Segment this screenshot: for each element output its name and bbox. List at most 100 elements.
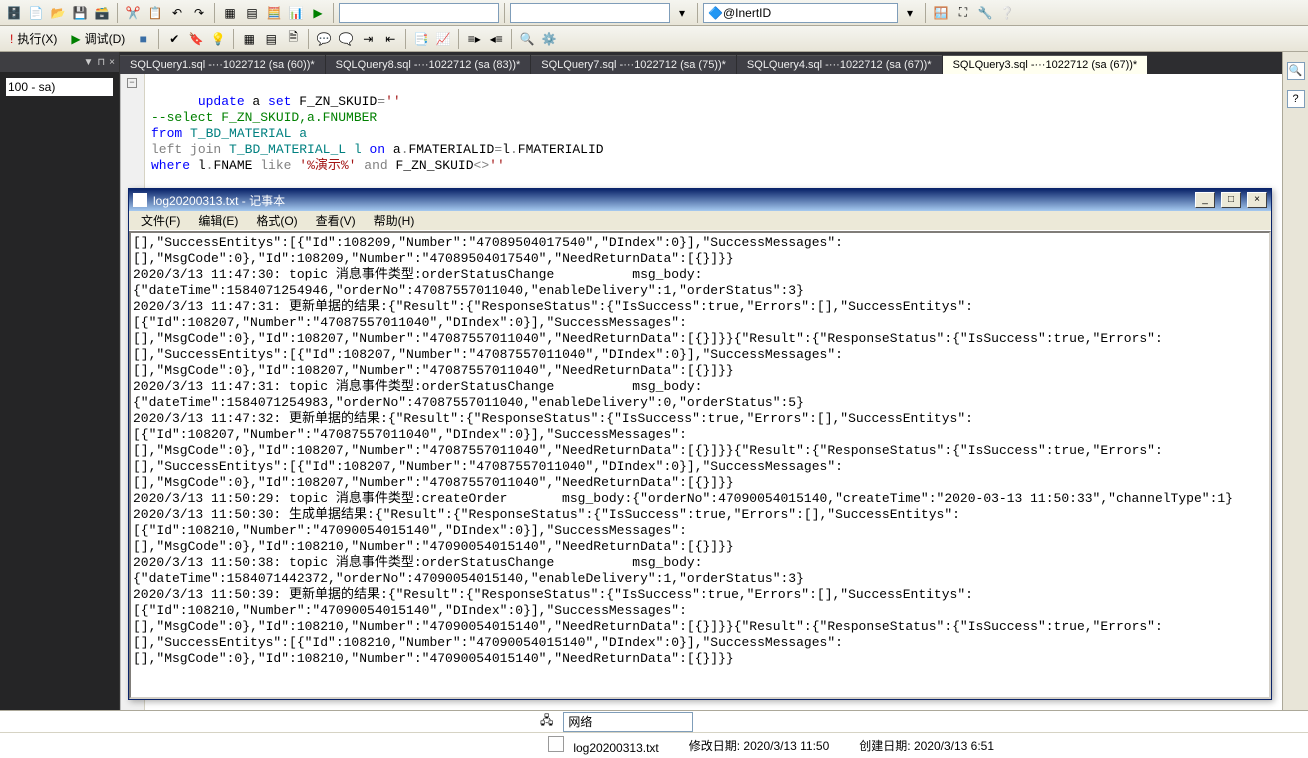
tab-sqlquery1[interactable]: SQLQuery1.sql -···1022712 (sa (60))*	[120, 55, 325, 74]
pin-icon[interactable]: ⊓	[97, 57, 105, 68]
window-split-icon[interactable]: 🪟	[931, 3, 951, 23]
tok: a	[385, 142, 401, 157]
connection-label: 100 - sa)	[6, 78, 113, 96]
redo-icon[interactable]: ↷	[189, 3, 209, 23]
outdent-icon[interactable]: ⇤	[380, 29, 400, 49]
indent-inc-icon[interactable]: ≡▸	[464, 29, 484, 49]
help-icon[interactable]: ❔	[997, 3, 1017, 23]
comment-icon[interactable]: 💬	[314, 29, 334, 49]
results-grid-icon[interactable]: ▦	[239, 29, 259, 49]
bookmark-icon[interactable]: 🔖	[186, 29, 206, 49]
empty-combo[interactable]	[510, 3, 670, 23]
fullscreen-icon[interactable]: ⛶	[953, 3, 973, 23]
tok: F_ZN_SKUID	[388, 158, 474, 173]
specify-values-icon[interactable]: 📑	[411, 29, 431, 49]
notepad-window: log20200313.txt - 记事本 _ □ × 文件(F) 编辑(E) …	[128, 188, 1272, 700]
tok: l	[190, 158, 206, 173]
network-combo[interactable]: 网络	[563, 712, 693, 732]
find-icon[interactable]: 🔍	[517, 29, 537, 49]
tok: l	[502, 142, 510, 157]
indent-dec-icon[interactable]: ◂≡	[486, 29, 506, 49]
tab-sqlquery3[interactable]: SQLQuery3.sql -···1022712 (sa (67))*	[943, 55, 1148, 74]
help-icon[interactable]: ?	[1287, 90, 1305, 108]
run-icon[interactable]: ▶	[308, 3, 328, 23]
collapse-icon[interactable]: −	[127, 78, 137, 88]
separator	[308, 29, 309, 49]
tok: ''	[385, 94, 401, 109]
separator	[697, 3, 698, 23]
prop-icon[interactable]: 🔧	[975, 3, 995, 23]
options-icon[interactable]: ⚙️	[539, 29, 559, 49]
search-icon[interactable]: 🔍	[1287, 62, 1305, 80]
menu-view[interactable]: 查看(V)	[308, 210, 364, 231]
separator	[214, 3, 215, 23]
menu-file[interactable]: 文件(F)	[133, 210, 188, 231]
copy-icon[interactable]: 📋	[145, 3, 165, 23]
uncomment-icon[interactable]: 🗨️	[336, 29, 356, 49]
kw-update: update	[198, 94, 245, 109]
sidebar-content: 100 - sa)	[0, 72, 119, 102]
dropdown-icon[interactable]: ▾	[900, 3, 920, 23]
notepad-menubar: 文件(F) 编辑(E) 格式(O) 查看(V) 帮助(H)	[129, 211, 1271, 231]
menu-format[interactable]: 格式(O)	[248, 210, 305, 231]
dropdown-icon[interactable]: ▼	[83, 57, 93, 68]
toolbar-primary: 🗄️ 📄 📂 💾 🗃️ ✂️ 📋 ↶ ↷ ▦ ▤ 🧮 📊 ▶ ▾ 🔷 @Iner…	[0, 0, 1308, 26]
close-icon[interactable]: ×	[109, 57, 115, 68]
save-icon[interactable]: 💾	[70, 3, 90, 23]
file-details: log20200313.txt 修改日期: 2020/3/13 11:50 创建…	[0, 733, 1308, 757]
tok: FNAME	[213, 158, 260, 173]
results-text-icon[interactable]: ▤	[261, 29, 281, 49]
separator	[504, 3, 505, 23]
dropdown-icon[interactable]: ▾	[672, 3, 692, 23]
tok: a	[245, 94, 268, 109]
kw-from: from	[151, 126, 182, 141]
tab-sqlquery8[interactable]: SQLQuery8.sql -···1022712 (sa (83))*	[326, 55, 531, 74]
tab-sqlquery4[interactable]: SQLQuery4.sql -···1022712 (sa (67))*	[737, 55, 942, 74]
tok: join	[182, 142, 221, 157]
notepad-titlebar[interactable]: log20200313.txt - 记事本 _ □ ×	[129, 189, 1271, 211]
save-all-icon[interactable]: 🗃️	[92, 3, 112, 23]
maximize-button[interactable]: □	[1221, 192, 1241, 208]
close-button[interactable]: ×	[1247, 192, 1267, 208]
sidebar-header: ▼ ⊓ ×	[0, 52, 119, 72]
separator	[333, 3, 334, 23]
exclaim-icon: !	[10, 32, 13, 46]
open-folder-icon[interactable]: 📂	[48, 3, 68, 23]
notepad-title: log20200313.txt - 记事本	[153, 192, 1189, 209]
menu-edit[interactable]: 编辑(E)	[190, 210, 246, 231]
tok: on	[369, 142, 385, 157]
indent-icon[interactable]: ⇥	[358, 29, 378, 49]
undo-icon[interactable]: ↶	[167, 3, 187, 23]
plan-icon[interactable]: 🧮	[264, 3, 284, 23]
check-icon[interactable]: ✔	[164, 29, 184, 49]
stop-icon[interactable]: ■	[133, 29, 153, 49]
trace-icon[interactable]: 📈	[433, 29, 453, 49]
open-file-icon[interactable]: 📄	[26, 3, 46, 23]
notepad-icon	[133, 193, 147, 207]
minimize-button[interactable]: _	[1195, 192, 1215, 208]
tok: like	[260, 158, 291, 173]
comment: --select F_ZN_SKUID,a.FNUMBER	[151, 110, 377, 125]
stats-icon[interactable]: 📊	[286, 3, 306, 23]
open-db-icon[interactable]: 🗄️	[4, 3, 24, 23]
bottom-panel: 🖧 网络 log20200313.txt 修改日期: 2020/3/13 11:…	[0, 710, 1308, 758]
cut-icon[interactable]: ✂️	[123, 3, 143, 23]
param-combo[interactable]: 🔷 @InertID	[703, 3, 898, 23]
menu-help[interactable]: 帮助(H)	[366, 210, 423, 231]
notepad-textarea[interactable]: [],"SuccessEntitys":[{"Id":108209,"Numbe…	[129, 231, 1271, 699]
results-file-icon[interactable]: 🗎	[283, 29, 303, 49]
network-label: 网络	[568, 713, 592, 730]
database-combo[interactable]	[339, 3, 499, 23]
results-icon[interactable]: ▤	[242, 3, 262, 23]
tab-sqlquery7[interactable]: SQLQuery7.sql -···1022712 (sa (75))*	[531, 55, 736, 74]
param-combo-text: @InertID	[723, 6, 771, 20]
execute-button[interactable]: ! 执行(X)	[4, 28, 63, 49]
intellisense-icon[interactable]: 💡	[208, 29, 228, 49]
param-sigil: 🔷	[708, 6, 723, 20]
tok: =	[494, 142, 502, 157]
debug-button[interactable]: ▶ 调试(D)	[65, 28, 131, 49]
editor-tabs: SQLQuery1.sql -···1022712 (sa (60))* SQL…	[120, 52, 1308, 74]
file-entry[interactable]: log20200313.txt	[548, 736, 659, 755]
toolbar-secondary: ! 执行(X) ▶ 调试(D) ■ ✔ 🔖 💡 ▦ ▤ 🗎 💬 🗨️ ⇥ ⇤ 📑…	[0, 26, 1308, 52]
table-icon[interactable]: ▦	[220, 3, 240, 23]
